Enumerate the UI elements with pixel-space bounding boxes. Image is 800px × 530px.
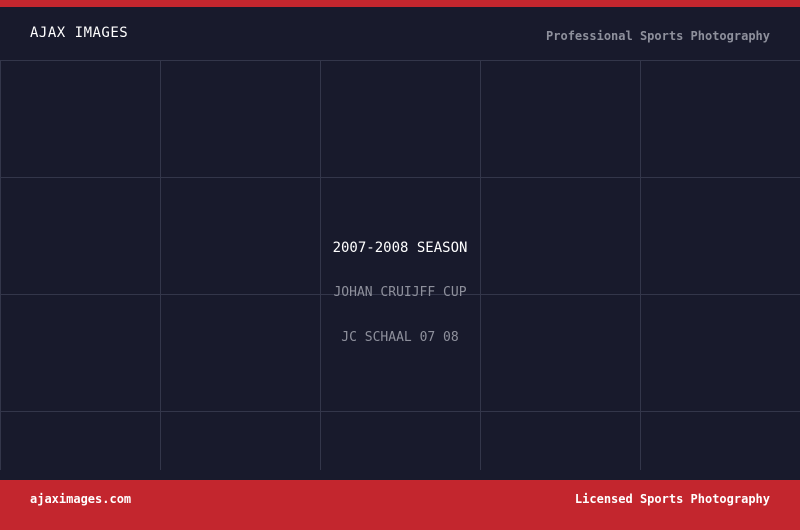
grid-line xyxy=(0,60,800,61)
grid-line xyxy=(0,177,800,178)
grid-line xyxy=(0,411,800,412)
header: AJAX IMAGES Professional Sports Photogra… xyxy=(0,7,800,60)
grid-line xyxy=(160,60,161,470)
footer: ajaximages.com Licensed Sports Photograp… xyxy=(0,480,800,530)
grid-line xyxy=(320,60,321,470)
header-tagline: Professional Sports Photography xyxy=(546,29,770,43)
grid-line xyxy=(480,60,481,470)
competition-item-jc-schaal[interactable]: JC SCHAAL 07 08 xyxy=(320,330,480,346)
photo-grid-background: 2007-2008 SEASON JOHAN CRUIJFF CUP JC SC… xyxy=(0,60,800,470)
top-accent-stripe xyxy=(0,0,800,7)
grid-line xyxy=(0,60,1,470)
season-title: 2007-2008 SEASON xyxy=(332,240,468,256)
brand-logo-text[interactable]: AJAX IMAGES xyxy=(30,25,128,41)
competition-item-johan-cruijff-cup[interactable]: JOHAN CRUIJFF CUP xyxy=(320,285,480,301)
footer-site-link[interactable]: ajaximages.com xyxy=(30,492,131,506)
grid-line xyxy=(640,60,641,470)
footer-license-text: Licensed Sports Photography xyxy=(574,492,770,506)
